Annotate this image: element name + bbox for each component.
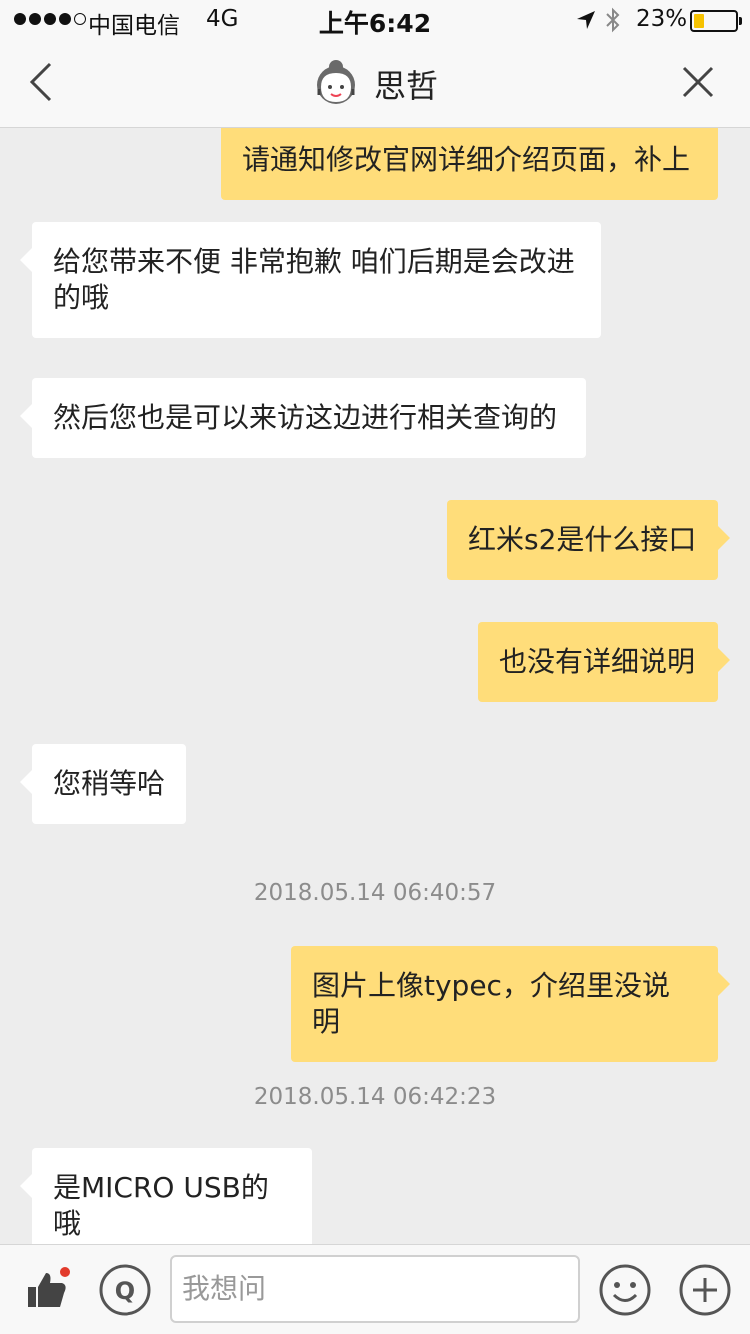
input-toolbar: Q 我想问	[0, 1244, 750, 1334]
nav-bar: 思哲	[0, 40, 750, 128]
message-incoming[interactable]: 您稍等哈	[20, 744, 186, 824]
thumbs-up-button[interactable]	[26, 1267, 70, 1311]
message-outgoing[interactable]: 也没有详细说明	[478, 622, 730, 702]
battery-icon	[690, 10, 742, 32]
bluetooth-icon	[606, 7, 620, 33]
page-title: 思哲	[373, 67, 438, 105]
battery-percent: 23%	[636, 6, 688, 32]
support-agent-icon	[316, 60, 355, 104]
message-outgoing[interactable]: 图片上像typec，介绍里没说明	[291, 946, 730, 1062]
top-bar: 中国电信 4G 上午6:42 23% 思哲	[0, 0, 750, 128]
message-outgoing[interactable]: 请通知修改官网详细介绍页面，补上	[221, 128, 718, 200]
status-bar: 中国电信 4G 上午6:42 23%	[0, 0, 750, 40]
question-bubble-icon[interactable]: Q	[98, 1263, 152, 1317]
nav-title-group: 思哲	[0, 40, 750, 128]
notification-dot	[60, 1267, 70, 1277]
close-icon[interactable]	[682, 66, 714, 98]
timestamp: 2018.05.14 06:42:23	[253, 1084, 497, 1110]
location-arrow-icon	[577, 11, 595, 29]
add-attachment-icon[interactable]	[678, 1263, 732, 1317]
message-incoming[interactable]: 然后您也是可以来访这边进行相关查询的	[20, 378, 586, 458]
message-incoming[interactable]: 给您带来不便 非常抱歉 咱们后期是会改进的哦	[20, 222, 601, 338]
message-outgoing[interactable]: 红米s2是什么接口	[447, 500, 730, 580]
chat-thread: 请通知修改官网详细介绍页面，补上 给您带来不便 非常抱歉 咱们后期是会改进的哦 …	[0, 128, 750, 1244]
message-input[interactable]: 我想问	[170, 1255, 580, 1323]
emoji-icon[interactable]	[598, 1263, 652, 1317]
svg-text:Q: Q	[115, 1277, 135, 1305]
chat-screen: 中国电信 4G 上午6:42 23% 思哲 请通知修改官网详细介绍页面，补上 给…	[0, 0, 750, 1334]
message-incoming[interactable]: 是MICRO USB的哦	[20, 1148, 312, 1244]
timestamp: 2018.05.14 06:40:57	[253, 880, 497, 906]
